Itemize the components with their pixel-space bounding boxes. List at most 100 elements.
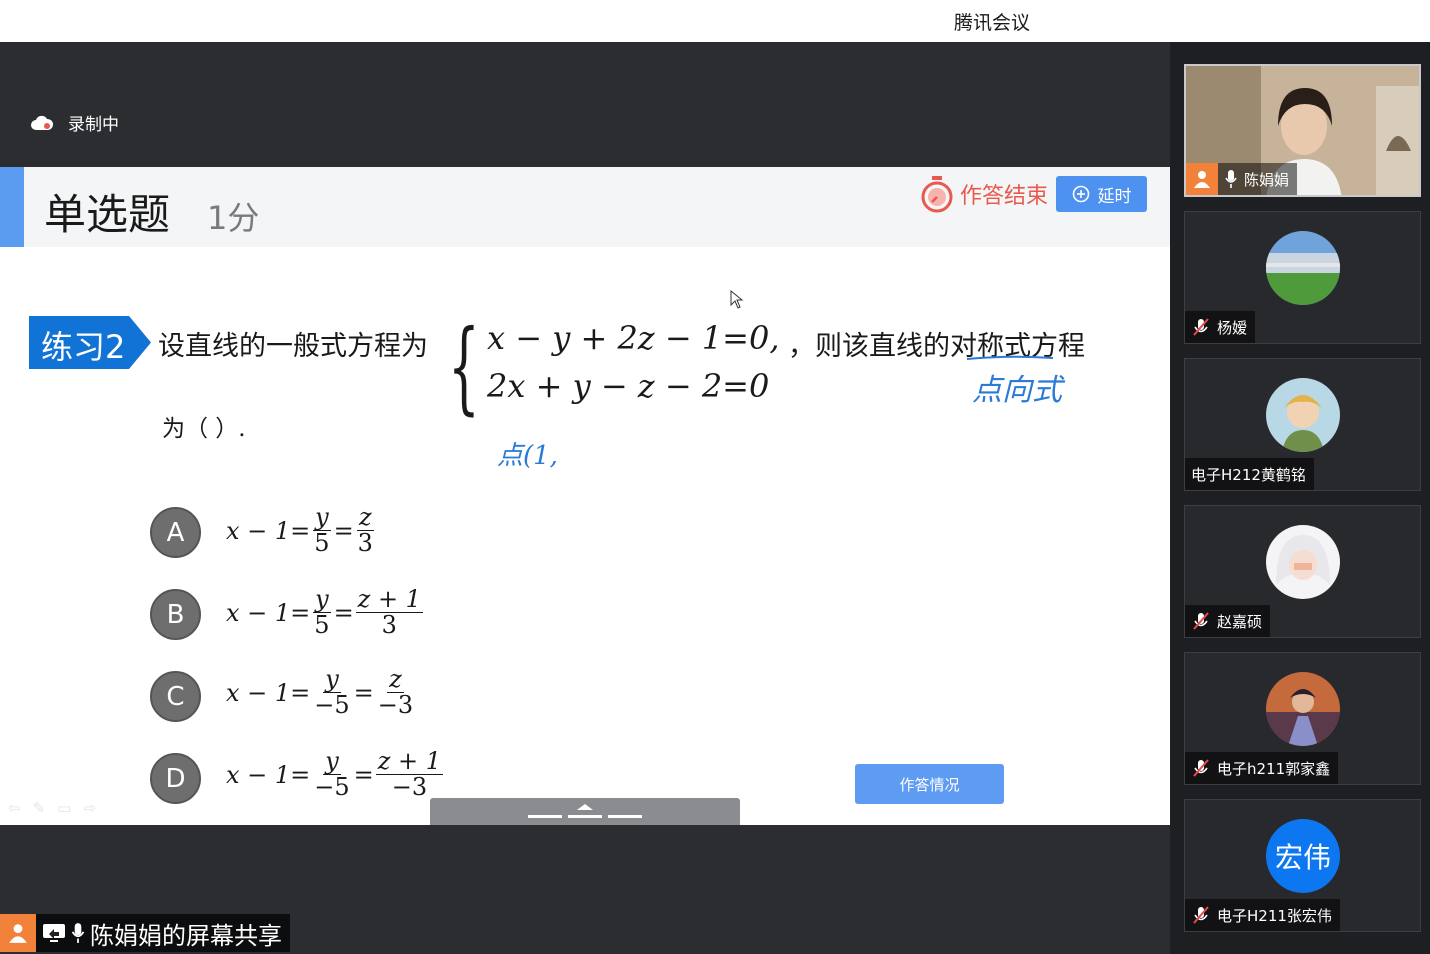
participant-name: 电子H212黄鹤铭 [1191, 465, 1306, 484]
fraction-denominator: 3 [357, 529, 373, 558]
recording-indicator[interactable]: 录制中 [30, 110, 119, 135]
fraction-numerator: z [356, 503, 374, 532]
option-c-equals: = [353, 678, 374, 707]
fraction-numerator: z + 1 [375, 747, 444, 776]
fraction-denominator: −3 [391, 773, 428, 802]
option-c-equation[interactable]: x − 1= y −5 = z −3 [226, 665, 417, 720]
fraction-denominator: −5 [314, 691, 350, 720]
practice-tag: 练习2 [29, 316, 151, 369]
redo-icon[interactable]: ⇨ [83, 799, 96, 817]
fraction-numerator: y [323, 747, 341, 776]
fraction-numerator: y [313, 585, 331, 614]
avatar [1266, 231, 1340, 305]
equation-2: 2x + y − z − 2=0 [487, 367, 770, 405]
participant-name-bar: 赵嘉硕 [1185, 605, 1271, 637]
practice-label: 练习2 [41, 328, 126, 366]
host-icon [0, 914, 36, 952]
participant-name-bar: 电子h211郭家鑫 [1185, 752, 1339, 784]
avatar [1266, 672, 1340, 746]
participant-name-bar: 杨嫒 [1185, 311, 1256, 343]
equation-1: x − y + 2z − 1=0, [487, 319, 780, 357]
participants-sidebar: 陈娟娟 杨嫒 电子H212黄鹤铭 赵嘉硕 电子h211郭家鑫 宏伟 电子H211… [1170, 42, 1430, 954]
option-b-fraction-2: z + 13 [355, 585, 423, 640]
fraction-denominator: 3 [381, 611, 397, 640]
avatar [1266, 378, 1340, 452]
option-a-equation[interactable]: x − 1= y5 = z3 [226, 503, 377, 558]
fraction-denominator: 5 [314, 529, 330, 558]
option-b-circle[interactable]: B [150, 589, 201, 640]
option-c-fraction-2: z −3 [376, 665, 415, 720]
answer-status-button[interactable]: 作答情况 [855, 764, 1004, 804]
option-d-lhs: x − 1= [226, 760, 311, 789]
option-c-circle[interactable]: C [150, 671, 201, 722]
app-title: 腾讯会议 [954, 12, 1031, 34]
handwritten-note-1: 点向式 [972, 373, 1062, 408]
option-a-circle[interactable]: A [150, 507, 201, 558]
option-d-fraction-2: z + 1 −3 [375, 747, 444, 802]
fraction-denominator: −5 [314, 773, 350, 802]
plus-circle-icon [1072, 185, 1089, 203]
handwritten-note-2: 点(1, [497, 441, 558, 471]
recording-label: 录制中 [68, 115, 119, 135]
toolbar-pull-handle[interactable] [430, 798, 740, 825]
participant-name-bar: 陈娟娟 [1186, 163, 1298, 195]
participant-name: 电子h211郭家鑫 [1217, 759, 1331, 778]
extend-time-button[interactable]: 延时 [1056, 176, 1147, 212]
extend-time-label: 延时 [1097, 186, 1132, 207]
avatar-initials: 宏伟 [1266, 819, 1340, 893]
participant-name: 赵嘉硕 [1217, 612, 1263, 631]
screen-share-icon [43, 924, 65, 942]
option-d-fraction-1: y −5 [312, 747, 351, 802]
option-b-equation[interactable]: x − 1= y5 = z + 13 [226, 585, 425, 640]
window-titlebar: 腾讯会议 [0, 0, 1430, 42]
option-b-lhs: x − 1= [226, 598, 311, 627]
eraser-icon[interactable]: ▭ [57, 799, 71, 817]
chevron-up-icon [577, 804, 593, 810]
undo-icon[interactable]: ⇦ [8, 799, 21, 817]
pen-icon[interactable]: ✎ [33, 799, 46, 817]
option-a-fraction-1: y5 [312, 503, 331, 558]
screen-share-text: 陈娟娟的屏幕共享 [90, 921, 282, 950]
header-accent-bar [0, 167, 24, 247]
fraction-numerator: y [313, 503, 331, 532]
participant-name: 电子H211张宏伟 [1217, 906, 1332, 925]
option-d-circle[interactable]: D [150, 753, 201, 804]
question-type: 单选题 [44, 190, 171, 239]
handwritten-underline [966, 355, 1054, 360]
option-b-fraction-1: y5 [312, 585, 331, 640]
annotation-toolstrip: ⇦ ✎ ▭ ⇨ [8, 799, 96, 817]
fraction-denominator: 5 [314, 611, 330, 640]
mic-icon [1225, 170, 1237, 188]
participant-tile-4[interactable]: 赵嘉硕 [1184, 505, 1421, 638]
screen-share-label: 陈娟娟的屏幕共享 [0, 914, 290, 952]
participant-tile-1[interactable]: 陈娟娟 [1184, 64, 1421, 197]
mic-muted-icon [1193, 612, 1209, 630]
fraction-numerator: z [387, 665, 404, 694]
participant-tile-6[interactable]: 宏伟 电子H211张宏伟 [1184, 799, 1421, 932]
option-a-equals: = [333, 516, 354, 545]
stopwatch-icon [921, 176, 953, 213]
option-c-lhs: x − 1= [226, 678, 311, 707]
participant-name: 陈娟娟 [1244, 170, 1290, 189]
option-d-equation[interactable]: x − 1= y −5 = z + 1 −3 [226, 747, 445, 802]
option-a-lhs: x − 1= [226, 516, 311, 545]
option-a-fraction-2: z3 [356, 503, 375, 558]
mic-muted-icon [1193, 318, 1209, 336]
end-answer-timer[interactable]: 作答结束 [920, 175, 1048, 213]
participant-name-bar: 电子H211张宏伟 [1185, 899, 1340, 931]
participant-tile-5[interactable]: 电子h211郭家鑫 [1184, 652, 1421, 785]
participant-tile-3[interactable]: 电子H212黄鹤铭 [1184, 358, 1421, 491]
participant-tile-2[interactable]: 杨嫒 [1184, 211, 1421, 344]
cloud-icon [31, 115, 54, 130]
option-b-equals: = [333, 598, 354, 627]
option-d-equals: = [353, 760, 374, 789]
question-stem-prefix: 设直线的一般式方程为 [158, 331, 428, 362]
timer-label: 作答结束 [960, 184, 1049, 209]
fraction-denominator: −3 [377, 691, 414, 720]
question-stem-end: 为（ ）. [162, 416, 246, 442]
question-score: 1分 [207, 199, 260, 237]
fraction-numerator: z + 1 [355, 585, 423, 614]
mouse-cursor-icon [730, 290, 744, 309]
question-slide: 单选题 1分 作答结束 延时 练习2 设直线的一般式方程为 {x − y + … [0, 167, 1170, 825]
participant-name: 杨嫒 [1217, 318, 1248, 337]
